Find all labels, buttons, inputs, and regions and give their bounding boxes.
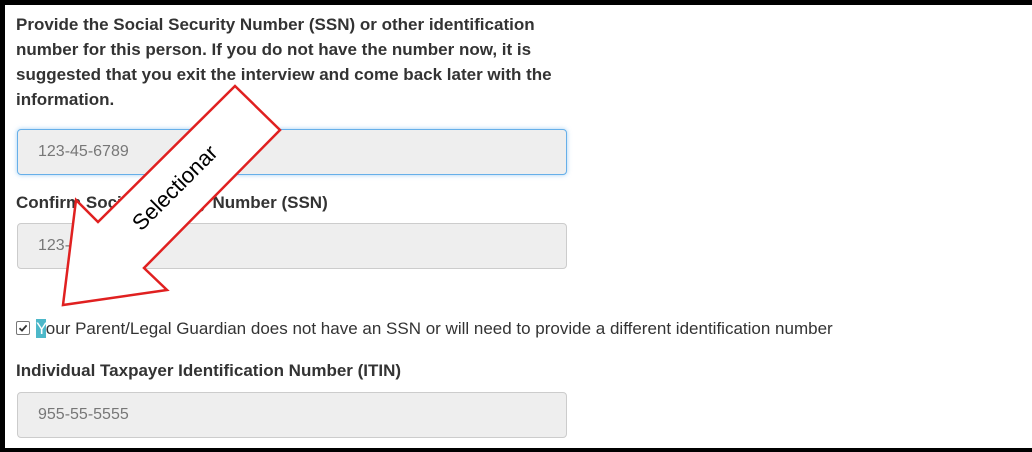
annotation-arrow-overlay: Selectionar xyxy=(61,84,282,307)
